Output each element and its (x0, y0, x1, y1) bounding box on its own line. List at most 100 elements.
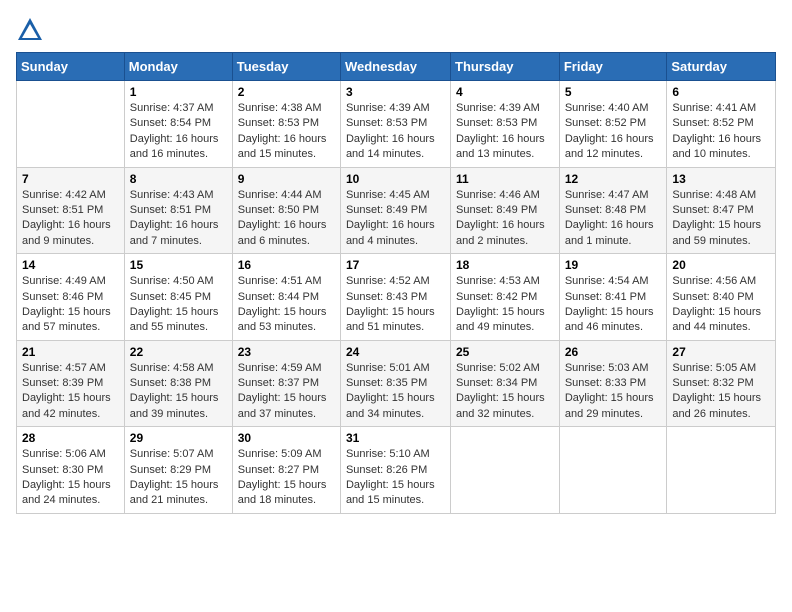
calendar-table: SundayMondayTuesdayWednesdayThursdayFrid… (16, 52, 776, 514)
day-number: 25 (456, 345, 554, 359)
day-number: 17 (346, 258, 445, 272)
calendar-cell (559, 427, 667, 514)
calendar-cell: 2 Sunrise: 4:38 AM Sunset: 8:53 PM Daylig… (232, 81, 340, 168)
col-header-wednesday: Wednesday (340, 53, 450, 81)
day-info: Sunrise: 4:41 AM Sunset: 8:52 PM Dayligh… (672, 101, 770, 163)
calendar-cell: 4 Sunrise: 4:39 AM Sunset: 8:53 PM Daylig… (451, 81, 560, 168)
day-number: 12 (565, 172, 662, 186)
day-number: 14 (22, 258, 119, 272)
day-number: 27 (672, 345, 770, 359)
day-number: 8 (130, 172, 227, 186)
day-number: 18 (456, 258, 554, 272)
calendar-cell: 26 Sunrise: 5:03 AM Sunset: 8:33 PM Dayli… (559, 340, 667, 427)
day-number: 16 (238, 258, 335, 272)
day-info: Sunrise: 4:54 AM Sunset: 8:41 PM Dayligh… (565, 274, 662, 336)
col-header-sunday: Sunday (17, 53, 125, 81)
day-info: Sunrise: 5:02 AM Sunset: 8:34 PM Dayligh… (456, 361, 554, 423)
day-number: 9 (238, 172, 335, 186)
day-number: 30 (238, 431, 335, 445)
day-info: Sunrise: 5:07 AM Sunset: 8:29 PM Dayligh… (130, 447, 227, 509)
day-number: 3 (346, 85, 445, 99)
calendar-cell: 16Sunrise: 4:51 AM Sunset: 8:44 PM Dayli… (232, 254, 340, 341)
calendar-header-row: SundayMondayTuesdayWednesdayThursdayFrid… (17, 53, 776, 81)
day-info: Sunrise: 4:37 AM Sunset: 8:54 PM Dayligh… (130, 101, 227, 163)
day-number: 26 (565, 345, 662, 359)
calendar-cell: 17Sunrise: 4:52 AM Sunset: 8:43 PM Dayli… (340, 254, 450, 341)
calendar-cell: 24 Sunrise: 5:01 AM Sunset: 8:35 PM Dayli… (340, 340, 450, 427)
calendar-week-row: 7 Sunrise: 4:42 AM Sunset: 8:51 PM Daylig… (17, 167, 776, 254)
day-info: Sunrise: 5:05 AM Sunset: 8:32 PM Dayligh… (672, 361, 770, 423)
calendar-week-row: 28 Sunrise: 5:06 AM Sunset: 8:30 PM Dayli… (17, 427, 776, 514)
day-number: 6 (672, 85, 770, 99)
day-number: 31 (346, 431, 445, 445)
calendar-cell: 22 Sunrise: 4:58 AM Sunset: 8:38 PM Dayli… (124, 340, 232, 427)
calendar-cell: 8 Sunrise: 4:43 AM Sunset: 8:51 PM Daylig… (124, 167, 232, 254)
calendar-cell: 10 Sunrise: 4:45 AM Sunset: 8:49 PM Dayli… (340, 167, 450, 254)
calendar-cell: 28 Sunrise: 5:06 AM Sunset: 8:30 PM Dayli… (17, 427, 125, 514)
day-info: Sunrise: 4:40 AM Sunset: 8:52 PM Dayligh… (565, 101, 662, 163)
day-info: Sunrise: 4:43 AM Sunset: 8:51 PM Dayligh… (130, 188, 227, 250)
calendar-cell (17, 81, 125, 168)
day-info: Sunrise: 4:39 AM Sunset: 8:53 PM Dayligh… (456, 101, 554, 163)
col-header-monday: Monday (124, 53, 232, 81)
day-number: 28 (22, 431, 119, 445)
day-number: 5 (565, 85, 662, 99)
day-info: Sunrise: 4:47 AM Sunset: 8:48 PM Dayligh… (565, 188, 662, 250)
calendar-week-row: 1 Sunrise: 4:37 AM Sunset: 8:54 PM Daylig… (17, 81, 776, 168)
day-info: Sunrise: 5:06 AM Sunset: 8:30 PM Dayligh… (22, 447, 119, 509)
calendar-cell: 11Sunrise: 4:46 AM Sunset: 8:49 PM Dayli… (451, 167, 560, 254)
calendar-cell (451, 427, 560, 514)
day-number: 7 (22, 172, 119, 186)
calendar-cell: 25 Sunrise: 5:02 AM Sunset: 8:34 PM Dayli… (451, 340, 560, 427)
col-header-thursday: Thursday (451, 53, 560, 81)
day-info: Sunrise: 4:50 AM Sunset: 8:45 PM Dayligh… (130, 274, 227, 336)
day-number: 24 (346, 345, 445, 359)
day-number: 23 (238, 345, 335, 359)
calendar-cell: 7 Sunrise: 4:42 AM Sunset: 8:51 PM Daylig… (17, 167, 125, 254)
day-info: Sunrise: 5:01 AM Sunset: 8:35 PM Dayligh… (346, 361, 445, 423)
calendar-week-row: 21Sunrise: 4:57 AM Sunset: 8:39 PM Dayli… (17, 340, 776, 427)
col-header-friday: Friday (559, 53, 667, 81)
day-info: Sunrise: 4:42 AM Sunset: 8:51 PM Dayligh… (22, 188, 119, 250)
calendar-cell: 18 Sunrise: 4:53 AM Sunset: 8:42 PM Dayli… (451, 254, 560, 341)
calendar-cell: 30 Sunrise: 5:09 AM Sunset: 8:27 PM Dayli… (232, 427, 340, 514)
day-number: 11 (456, 172, 554, 186)
calendar-cell: 15Sunrise: 4:50 AM Sunset: 8:45 PM Dayli… (124, 254, 232, 341)
calendar-cell: 6 Sunrise: 4:41 AM Sunset: 8:52 PM Daylig… (667, 81, 776, 168)
col-header-saturday: Saturday (667, 53, 776, 81)
day-info: Sunrise: 4:57 AM Sunset: 8:39 PM Dayligh… (22, 361, 119, 423)
day-info: Sunrise: 4:48 AM Sunset: 8:47 PM Dayligh… (672, 188, 770, 250)
day-number: 10 (346, 172, 445, 186)
day-info: Sunrise: 5:10 AM Sunset: 8:26 PM Dayligh… (346, 447, 445, 509)
calendar-cell: 27 Sunrise: 5:05 AM Sunset: 8:32 PM Dayli… (667, 340, 776, 427)
calendar-cell: 23 Sunrise: 4:59 AM Sunset: 8:37 PM Dayli… (232, 340, 340, 427)
day-info: Sunrise: 4:49 AM Sunset: 8:46 PM Dayligh… (22, 274, 119, 336)
day-number: 1 (130, 85, 227, 99)
day-info: Sunrise: 4:58 AM Sunset: 8:38 PM Dayligh… (130, 361, 227, 423)
calendar-cell: 3 Sunrise: 4:39 AM Sunset: 8:53 PM Daylig… (340, 81, 450, 168)
calendar-cell: 9Sunrise: 4:44 AM Sunset: 8:50 PM Daylig… (232, 167, 340, 254)
logo (16, 16, 48, 44)
page-header (16, 16, 776, 44)
day-info: Sunrise: 4:39 AM Sunset: 8:53 PM Dayligh… (346, 101, 445, 163)
calendar-cell: 19Sunrise: 4:54 AM Sunset: 8:41 PM Dayli… (559, 254, 667, 341)
calendar-cell (667, 427, 776, 514)
calendar-cell: 14 Sunrise: 4:49 AM Sunset: 8:46 PM Dayli… (17, 254, 125, 341)
day-info: Sunrise: 5:03 AM Sunset: 8:33 PM Dayligh… (565, 361, 662, 423)
day-info: Sunrise: 4:56 AM Sunset: 8:40 PM Dayligh… (672, 274, 770, 336)
day-info: Sunrise: 4:59 AM Sunset: 8:37 PM Dayligh… (238, 361, 335, 423)
col-header-tuesday: Tuesday (232, 53, 340, 81)
day-number: 22 (130, 345, 227, 359)
day-number: 20 (672, 258, 770, 272)
day-info: Sunrise: 4:53 AM Sunset: 8:42 PM Dayligh… (456, 274, 554, 336)
logo-icon (16, 16, 44, 44)
day-number: 29 (130, 431, 227, 445)
calendar-cell: 13Sunrise: 4:48 AM Sunset: 8:47 PM Dayli… (667, 167, 776, 254)
day-info: Sunrise: 5:09 AM Sunset: 8:27 PM Dayligh… (238, 447, 335, 509)
calendar-cell: 20 Sunrise: 4:56 AM Sunset: 8:40 PM Dayli… (667, 254, 776, 341)
calendar-cell: 29 Sunrise: 5:07 AM Sunset: 8:29 PM Dayli… (124, 427, 232, 514)
day-info: Sunrise: 4:45 AM Sunset: 8:49 PM Dayligh… (346, 188, 445, 250)
day-number: 4 (456, 85, 554, 99)
day-info: Sunrise: 4:38 AM Sunset: 8:53 PM Dayligh… (238, 101, 335, 163)
day-number: 2 (238, 85, 335, 99)
